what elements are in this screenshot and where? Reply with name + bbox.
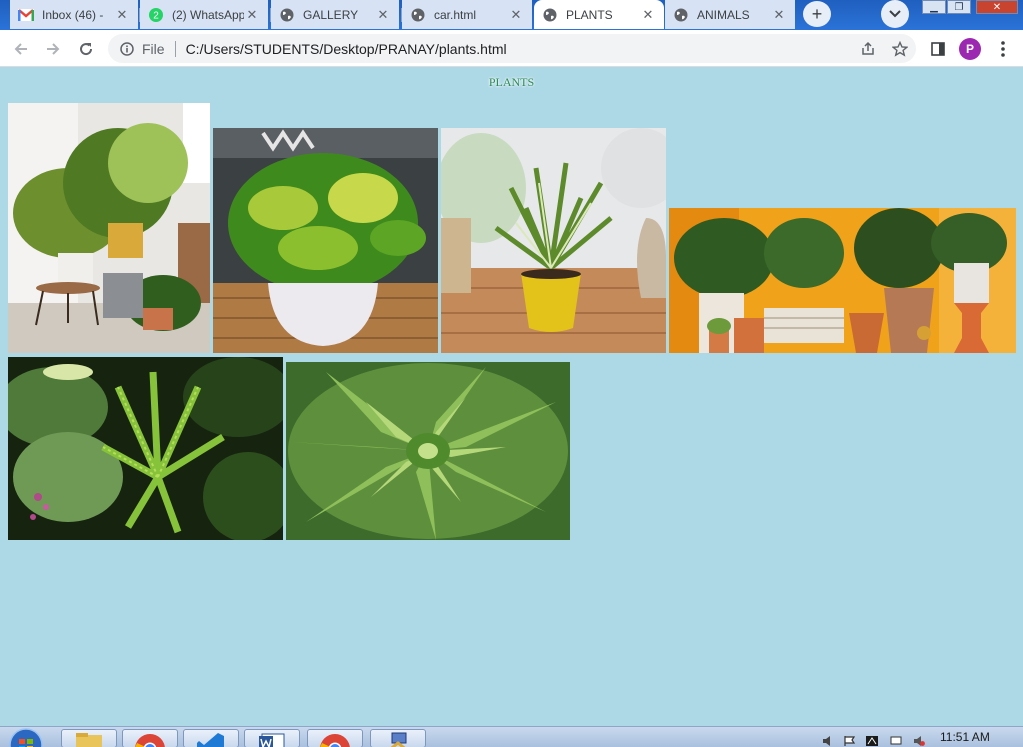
browser-toolbar: File C:/Users/STUDENTS/Desktop/PRANAY/pl… [0, 30, 1023, 67]
start-button[interactable] [4, 727, 48, 747]
close-icon[interactable]: ✕ [114, 7, 130, 23]
close-icon[interactable]: ✕ [244, 7, 260, 23]
plant-image-3 [441, 128, 666, 353]
tab-car[interactable]: car.html ✕ [402, 0, 532, 29]
whatsapp-badge: 2 [153, 10, 159, 21]
restore-button[interactable]: ❐ [947, 0, 971, 14]
url-text[interactable]: C:/Users/STUDENTS/Desktop/PRANAY/plants.… [186, 41, 852, 57]
close-icon[interactable]: ✕ [375, 7, 391, 23]
forward-button[interactable] [41, 37, 65, 61]
back-button[interactable] [9, 37, 33, 61]
folder-icon [76, 733, 102, 747]
tab-search-button[interactable] [881, 0, 909, 28]
chrome-icon [135, 734, 165, 747]
vscode-icon [197, 733, 224, 747]
tab-strip: Inbox (46) - ✕ 2 (2) WhatsApp ✕ GALLERY … [0, 0, 1023, 30]
page-content: PLANTS [0, 68, 1023, 726]
restore-icon: ❐ [954, 1, 964, 13]
network-computer-icon [390, 732, 407, 747]
chevron-down-icon [889, 10, 901, 18]
tray-network-icon[interactable] [866, 736, 878, 746]
tab-title: car.html [434, 7, 477, 22]
plant-image-4 [669, 208, 1016, 353]
close-icon[interactable]: ✕ [508, 7, 524, 23]
side-panel-button[interactable] [927, 38, 949, 60]
whatsapp-icon: 2 [148, 7, 164, 23]
tab-animals[interactable]: ANIMALS ✕ [665, 0, 795, 29]
taskbar: 11:51 AM [0, 726, 1023, 747]
gmail-icon [18, 7, 34, 23]
address-bar[interactable]: File C:/Users/STUDENTS/Desktop/PRANAY/pl… [108, 34, 916, 63]
plant-image-1 [8, 103, 210, 353]
tray-speaker-icon[interactable] [822, 736, 834, 746]
chrome-icon [320, 734, 350, 747]
window-close-button[interactable]: ✕ [976, 0, 1018, 14]
plant-image-6 [286, 362, 570, 540]
share-icon[interactable] [852, 37, 884, 61]
address-divider [174, 40, 176, 57]
globe-icon [673, 7, 689, 23]
minimize-icon: ▁ [930, 1, 938, 13]
taskbar-network-app[interactable] [370, 729, 426, 747]
tab-gallery[interactable]: GALLERY ✕ [271, 0, 399, 29]
tab-title: GALLERY [303, 7, 359, 22]
info-icon[interactable] [120, 41, 134, 56]
page-heading: PLANTS [488, 75, 535, 89]
taskbar-word[interactable] [244, 729, 300, 747]
close-icon[interactable]: ✕ [640, 7, 656, 23]
new-tab-button[interactable]: + [803, 1, 831, 27]
plant-image-2 [213, 128, 438, 353]
minimize-button[interactable]: ▁ [922, 0, 946, 14]
tab-plants[interactable]: PLANTS ✕ [534, 0, 664, 29]
globe-icon [279, 7, 295, 23]
side-panel-icon [931, 42, 945, 56]
word-icon [259, 733, 285, 747]
arrow-left-icon [14, 43, 27, 55]
tab-title: (2) WhatsApp [172, 7, 244, 22]
windows-start-icon [9, 728, 43, 747]
taskbar-chrome-2[interactable] [307, 729, 363, 747]
menu-button[interactable] [992, 38, 1014, 60]
close-icon: ✕ [992, 1, 1002, 13]
tray-volume-icon[interactable] [913, 736, 925, 746]
profile-initial: P [965, 42, 974, 56]
close-icon[interactable]: ✕ [771, 7, 787, 23]
globe-icon [410, 7, 426, 23]
tray-display-icon[interactable] [890, 736, 902, 746]
reload-button[interactable] [74, 37, 98, 61]
tray-flag-icon[interactable] [844, 736, 856, 746]
taskbar-vscode[interactable] [183, 729, 239, 747]
plus-icon: + [811, 3, 823, 24]
taskbar-clock[interactable]: 11:51 AM [940, 730, 990, 744]
arrow-right-icon [47, 43, 60, 55]
bookmark-star-icon[interactable] [884, 37, 916, 61]
plant-image-5 [8, 357, 283, 540]
taskbar-chrome-1[interactable] [122, 729, 178, 747]
tab-title: ANIMALS [697, 7, 750, 22]
globe-icon [542, 7, 558, 23]
profile-avatar[interactable]: P [959, 38, 981, 60]
scheme-label: File [142, 40, 165, 57]
taskbar-explorer[interactable] [61, 729, 117, 747]
tab-whatsapp[interactable]: 2 (2) WhatsApp ✕ [140, 0, 268, 29]
kebab-menu-icon [1001, 41, 1005, 57]
tab-inbox[interactable]: Inbox (46) - ✕ [10, 0, 138, 29]
reload-icon [80, 43, 93, 56]
tab-title: PLANTS [566, 7, 613, 22]
tab-title: Inbox (46) - [42, 7, 104, 22]
